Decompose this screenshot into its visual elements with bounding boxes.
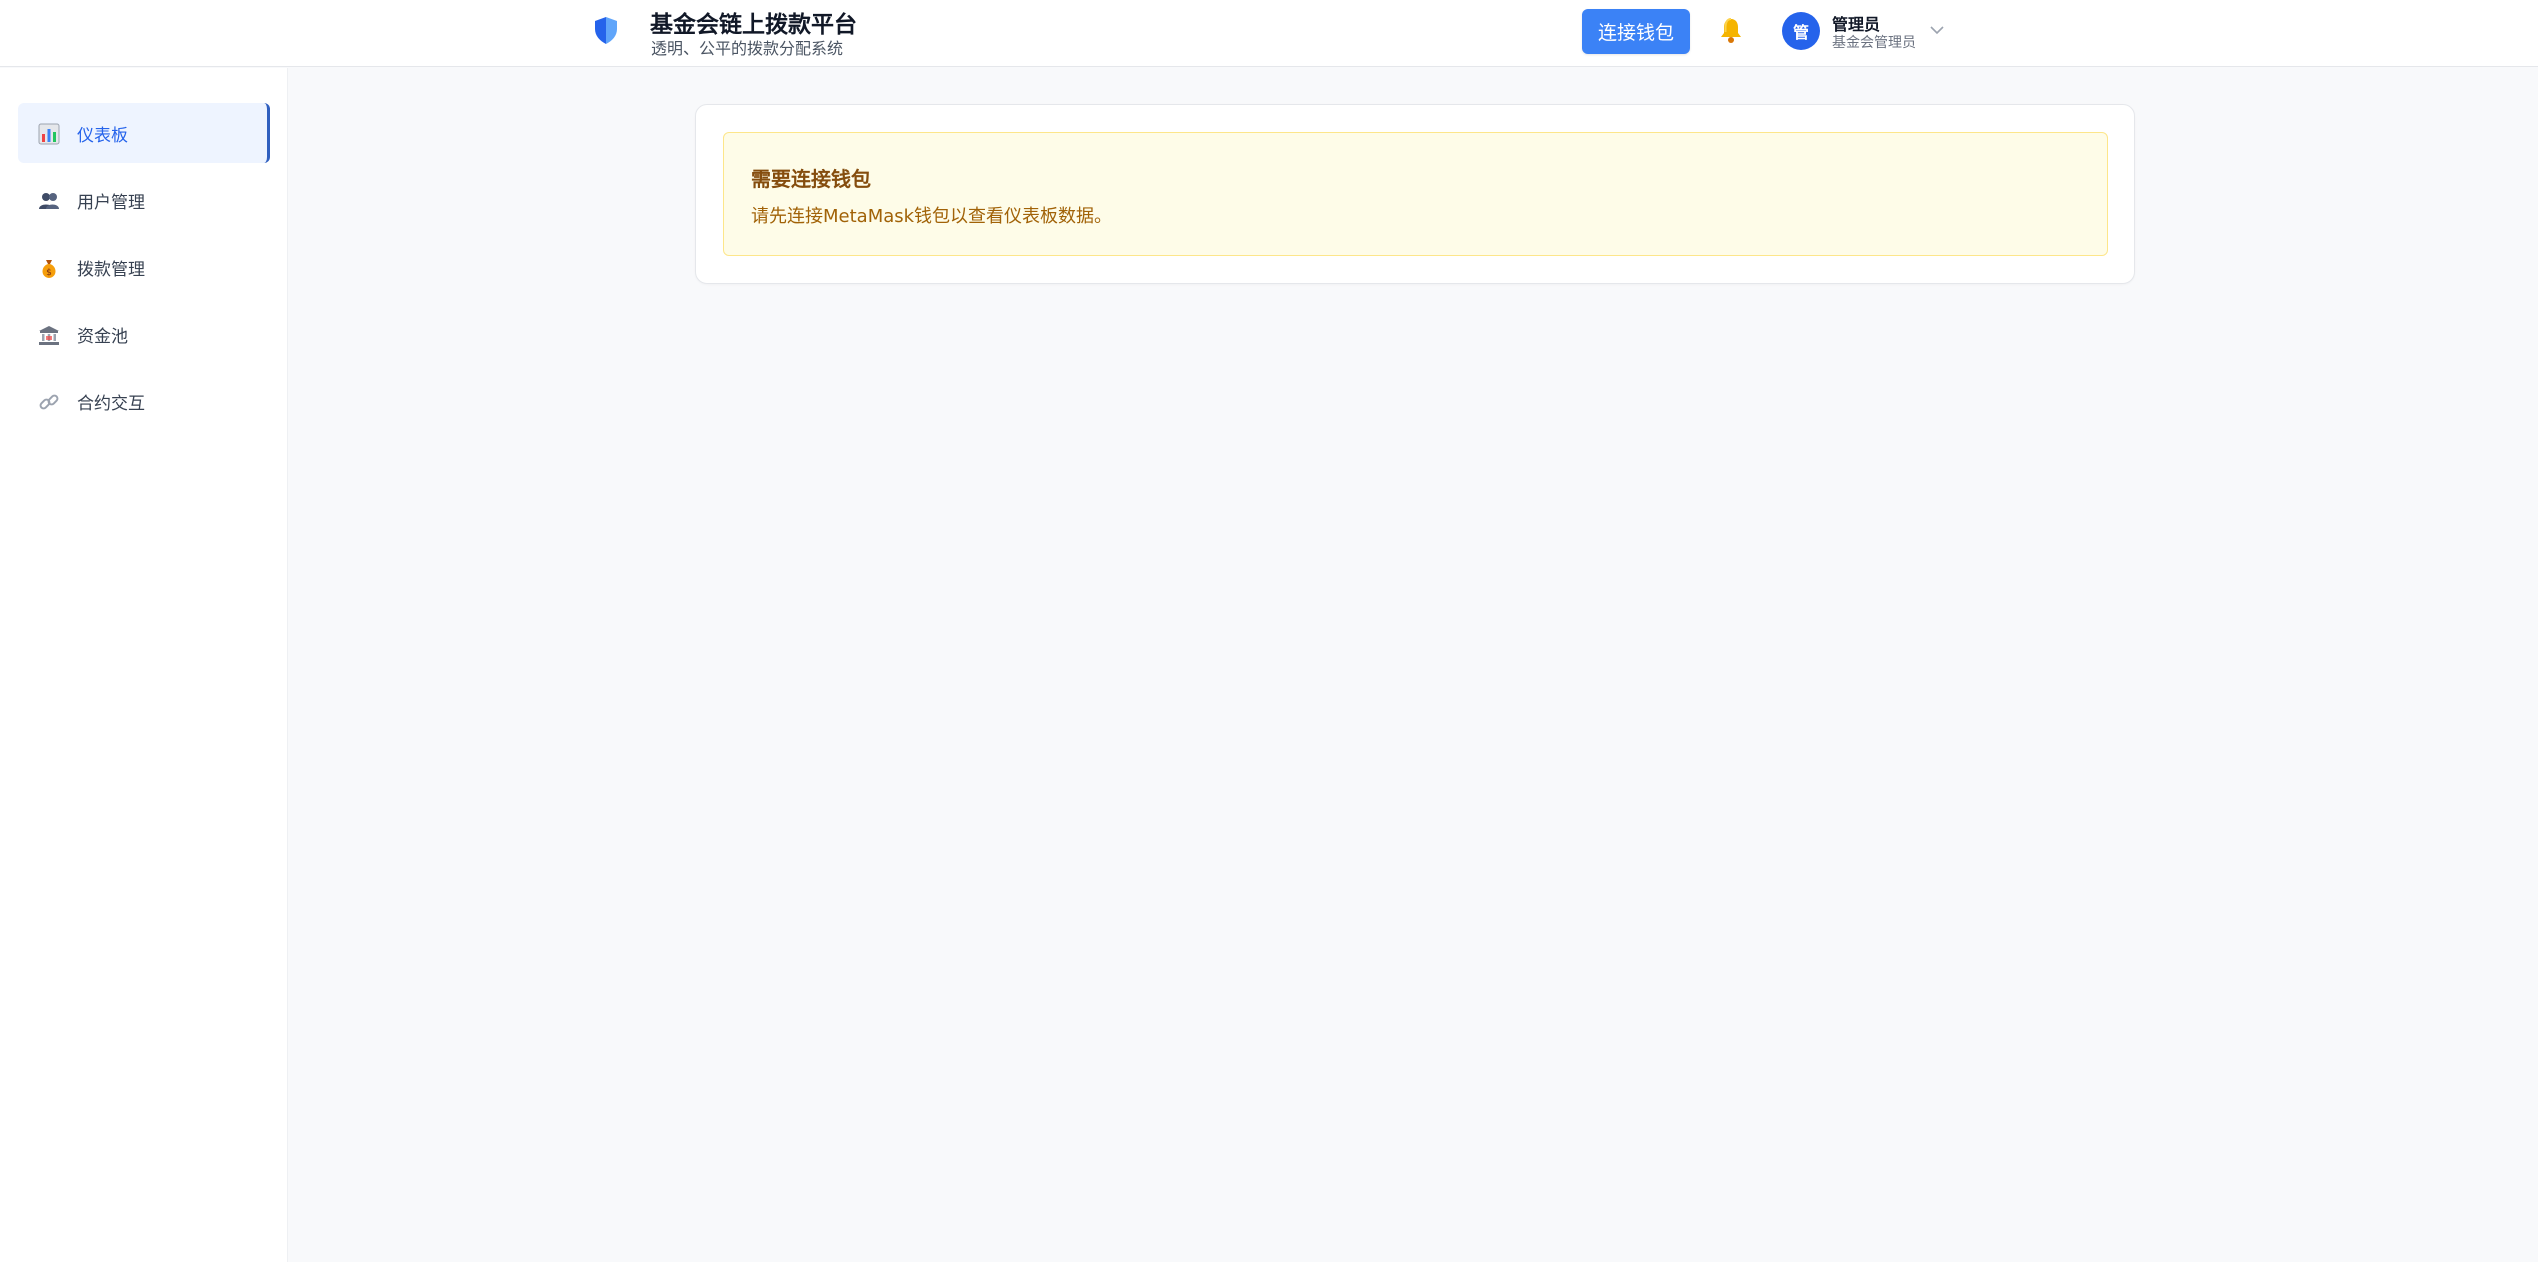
- bar-chart-icon: [38, 123, 60, 145]
- app-subtitle: 透明、公平的拨款分配系统: [651, 39, 844, 58]
- sidebar-item-label: 仪表板: [77, 126, 128, 146]
- svg-text:$: $: [46, 268, 52, 278]
- shield-icon: [595, 17, 617, 44]
- sidebar-item-label: 拨款管理: [77, 260, 145, 280]
- chevron-down-icon: [1930, 26, 1944, 35]
- dashboard-card: 需要连接钱包 请先连接MetaMask钱包以查看仪表板数据。: [695, 104, 2135, 284]
- top-header: 基金会链上拨款平台 透明、公平的拨款分配系统 连接钱包 管 管理员 基金会管理员: [0, 0, 2538, 67]
- sidebar-item-label: 合约交互: [77, 394, 145, 414]
- user-role: 基金会管理员: [1832, 35, 1916, 51]
- bell-icon[interactable]: [1718, 16, 1744, 44]
- sidebar-item-contract[interactable]: 合约交互: [18, 371, 270, 431]
- alert-message: 请先连接MetaMask钱包以查看仪表板数据。: [751, 206, 1113, 227]
- link-icon: [39, 394, 59, 410]
- sidebar-item-grants[interactable]: $ 拨款管理: [18, 237, 270, 297]
- money-bag-icon: $: [42, 260, 56, 278]
- bank-icon: [39, 326, 59, 345]
- app-title: 基金会链上拨款平台: [650, 12, 857, 38]
- avatar: 管: [1782, 12, 1820, 50]
- connect-wallet-button[interactable]: 连接钱包: [1582, 9, 1690, 54]
- wallet-warning-alert: 需要连接钱包 请先连接MetaMask钱包以查看仪表板数据。: [723, 132, 2108, 256]
- sidebar-item-fund-pool[interactable]: 资金池: [18, 304, 270, 364]
- sidebar-item-users[interactable]: 用户管理: [18, 170, 270, 230]
- alert-title: 需要连接钱包: [751, 167, 871, 191]
- sidebar-item-label: 资金池: [77, 327, 128, 347]
- sidebar: 仪表板 用户管理 $ 拨款管理 资金池 合约交互: [0, 68, 288, 1262]
- sidebar-item-label: 用户管理: [77, 193, 145, 213]
- users-icon: [39, 193, 59, 209]
- user-menu[interactable]: 管 管理员 基金会管理员: [1782, 11, 1952, 53]
- sidebar-item-dashboard[interactable]: 仪表板: [18, 103, 270, 163]
